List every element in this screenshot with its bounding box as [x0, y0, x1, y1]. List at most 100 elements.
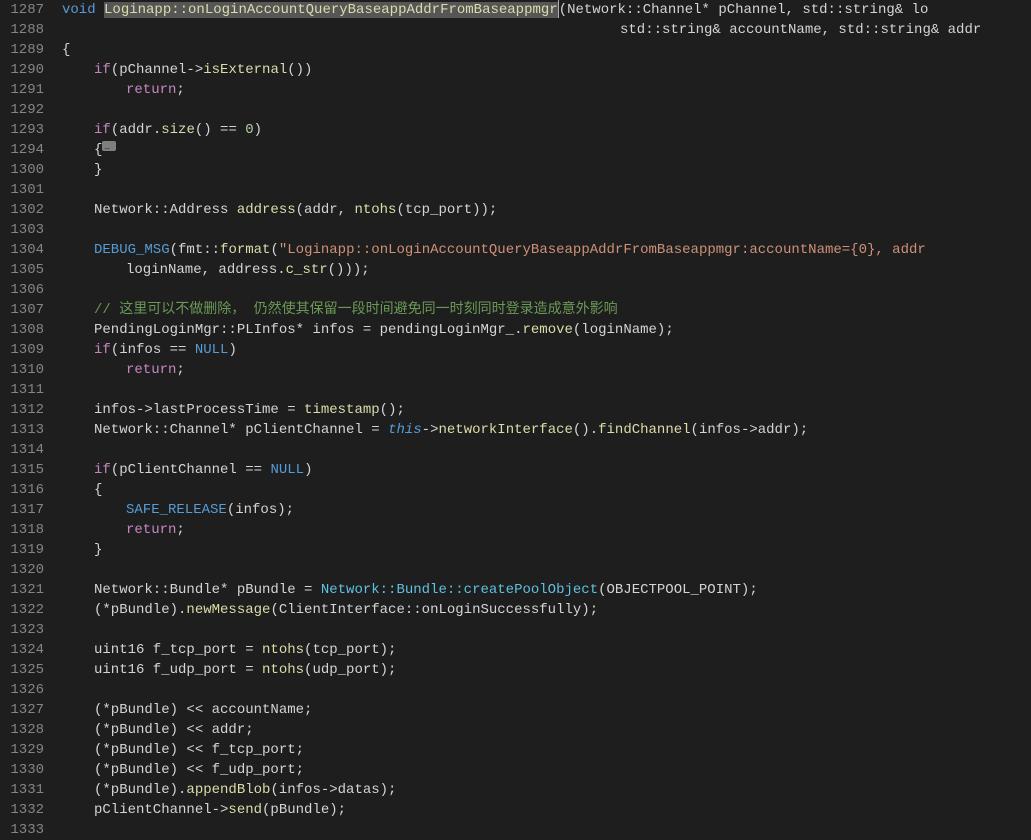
brace-open: {	[94, 142, 102, 158]
line-number: 1301	[8, 180, 44, 200]
code-line[interactable]: return;	[62, 80, 1031, 100]
line-number: 1323	[8, 620, 44, 640]
code-line[interactable]: loginName, address.c_str()));	[62, 260, 1031, 280]
code-line[interactable]	[62, 180, 1031, 200]
line-number: 1324	[8, 640, 44, 660]
comment: // 这里可以不做删除， 仍然使其保留一段时间避免同一时刻同时登录造成意外影响	[94, 302, 618, 318]
keyword-if: if	[94, 122, 111, 138]
signature-params-cont: std::string& accountName, std::string& a…	[620, 22, 981, 38]
code-line[interactable]	[62, 680, 1031, 700]
line-number: 1319	[8, 540, 44, 560]
keyword-return: return	[126, 82, 176, 98]
code-line[interactable]	[62, 560, 1031, 580]
keyword-return: return	[126, 362, 176, 378]
fn-findChannel: findChannel	[598, 422, 690, 438]
code-line[interactable]: if(infos == NULL)	[62, 340, 1031, 360]
line-number: 1310	[8, 360, 44, 380]
fold-marker-icon[interactable]	[102, 141, 116, 151]
code-line[interactable]: {	[62, 480, 1031, 500]
code-line[interactable]: if(pChannel->isExternal())	[62, 60, 1031, 80]
line-number: 1287	[8, 0, 44, 20]
fn-ntohs: ntohs	[262, 642, 304, 658]
code-editor[interactable]: 1287 1288 1289 1290 1291 1292 1293 1294 …	[0, 0, 1031, 840]
stream-stmt: (*pBundle) << accountName;	[94, 702, 312, 718]
fn-newMessage: newMessage	[186, 602, 270, 618]
code-line[interactable]: pClientChannel->send(pBundle);	[62, 800, 1031, 820]
code-line[interactable]	[62, 440, 1031, 460]
code-line[interactable]: Network::Address address(addr, ntohs(tcp…	[62, 200, 1031, 220]
code-line[interactable]: infos->lastProcessTime = timestamp();	[62, 400, 1031, 420]
keyword-this: this	[388, 422, 422, 438]
code-line[interactable]: return;	[62, 520, 1031, 540]
line-number: 1322	[8, 600, 44, 620]
line-number: 1325	[8, 660, 44, 680]
line-number: 1304	[8, 240, 44, 260]
code-line[interactable]: }	[62, 540, 1031, 560]
keyword-void: void	[62, 2, 96, 18]
code-line[interactable]: if(addr.size() == 0)	[62, 120, 1031, 140]
code-line[interactable]	[62, 380, 1031, 400]
code-line[interactable]	[62, 820, 1031, 840]
line-number: 1289	[8, 40, 44, 60]
stream-stmt: (*pBundle) << addr;	[94, 722, 254, 738]
line-number: 1320	[8, 560, 44, 580]
fn-format: format	[220, 242, 270, 258]
literal-zero: 0	[245, 122, 253, 138]
line-number: 1326	[8, 680, 44, 700]
code-line[interactable]: DEBUG_MSG(fmt::format("Loginapp::onLogin…	[62, 240, 1031, 260]
line-number: 1328	[8, 720, 44, 740]
code-line[interactable]: PendingLoginMgr::PLInfos* infos = pendin…	[62, 320, 1031, 340]
keyword-if: if	[94, 62, 111, 78]
brace-open: {	[62, 42, 70, 58]
string-literal: "Loginapp::onLoginAccountQueryBaseappAdd…	[279, 242, 926, 258]
stream-stmt: (*pBundle) << f_tcp_port;	[94, 742, 304, 758]
code-area[interactable]: void Loginapp::onLoginAccountQueryBaseap…	[62, 0, 1031, 840]
code-line[interactable]: uint16 f_udp_port = ntohs(udp_port);	[62, 660, 1031, 680]
line-number: 1306	[8, 280, 44, 300]
code-line[interactable]: void Loginapp::onLoginAccountQueryBaseap…	[62, 0, 1031, 20]
fn-send: send	[228, 802, 262, 818]
code-line[interactable]: (*pBundle) << addr;	[62, 720, 1031, 740]
null-literal: NULL	[270, 462, 304, 478]
line-number: 1302	[8, 200, 44, 220]
code-line[interactable]: {	[62, 40, 1031, 60]
code-line[interactable]: (*pBundle) << f_tcp_port;	[62, 740, 1031, 760]
code-line[interactable]: (*pBundle) << f_udp_port;	[62, 760, 1031, 780]
keyword-if: if	[94, 462, 111, 478]
line-number: 1303	[8, 220, 44, 240]
line-number: 1300	[8, 160, 44, 180]
line-number-gutter: 1287 1288 1289 1290 1291 1292 1293 1294 …	[0, 0, 62, 840]
code-line[interactable]: (*pBundle) << accountName;	[62, 700, 1031, 720]
line-number: 1331	[8, 780, 44, 800]
code-line[interactable]: (*pBundle).appendBlob(infos->datas);	[62, 780, 1031, 800]
code-line[interactable]: std::string& accountName, std::string& a…	[62, 20, 1031, 40]
code-line[interactable]: }	[62, 160, 1031, 180]
code-line[interactable]: SAFE_RELEASE(infos);	[62, 500, 1031, 520]
code-line[interactable]: Network::Bundle* pBundle = Network::Bund…	[62, 580, 1031, 600]
line-number: 1294	[8, 140, 44, 160]
line-number: 1313	[8, 420, 44, 440]
code-line[interactable]	[62, 280, 1031, 300]
macro-debug-msg: DEBUG_MSG	[94, 242, 170, 258]
code-line[interactable]: if(pClientChannel == NULL)	[62, 460, 1031, 480]
code-line[interactable]	[62, 100, 1031, 120]
code-line[interactable]: uint16 f_tcp_port = ntohs(tcp_port);	[62, 640, 1031, 660]
keyword-if: if	[94, 342, 111, 358]
line-number: 1309	[8, 340, 44, 360]
code-line[interactable]: {	[62, 140, 1031, 160]
line-number: 1291	[8, 80, 44, 100]
line-number: 1321	[8, 580, 44, 600]
fn-ntohs: ntohs	[354, 202, 396, 218]
code-line[interactable]	[62, 220, 1031, 240]
fn-remove: remove	[522, 322, 572, 338]
code-line[interactable]: return;	[62, 360, 1031, 380]
line-number: 1327	[8, 700, 44, 720]
code-line[interactable]: Network::Channel* pClientChannel = this-…	[62, 420, 1031, 440]
null-literal: NULL	[195, 342, 229, 358]
brace-close: }	[94, 162, 102, 178]
code-line[interactable]	[62, 620, 1031, 640]
code-line[interactable]: (*pBundle).newMessage(ClientInterface::o…	[62, 600, 1031, 620]
code-line[interactable]: // 这里可以不做删除， 仍然使其保留一段时间避免同一时刻同时登录造成意外影响	[62, 300, 1031, 320]
fn-createPoolObject: Network::Bundle::createPoolObject	[321, 582, 598, 598]
fn-isExternal: isExternal	[203, 62, 287, 78]
